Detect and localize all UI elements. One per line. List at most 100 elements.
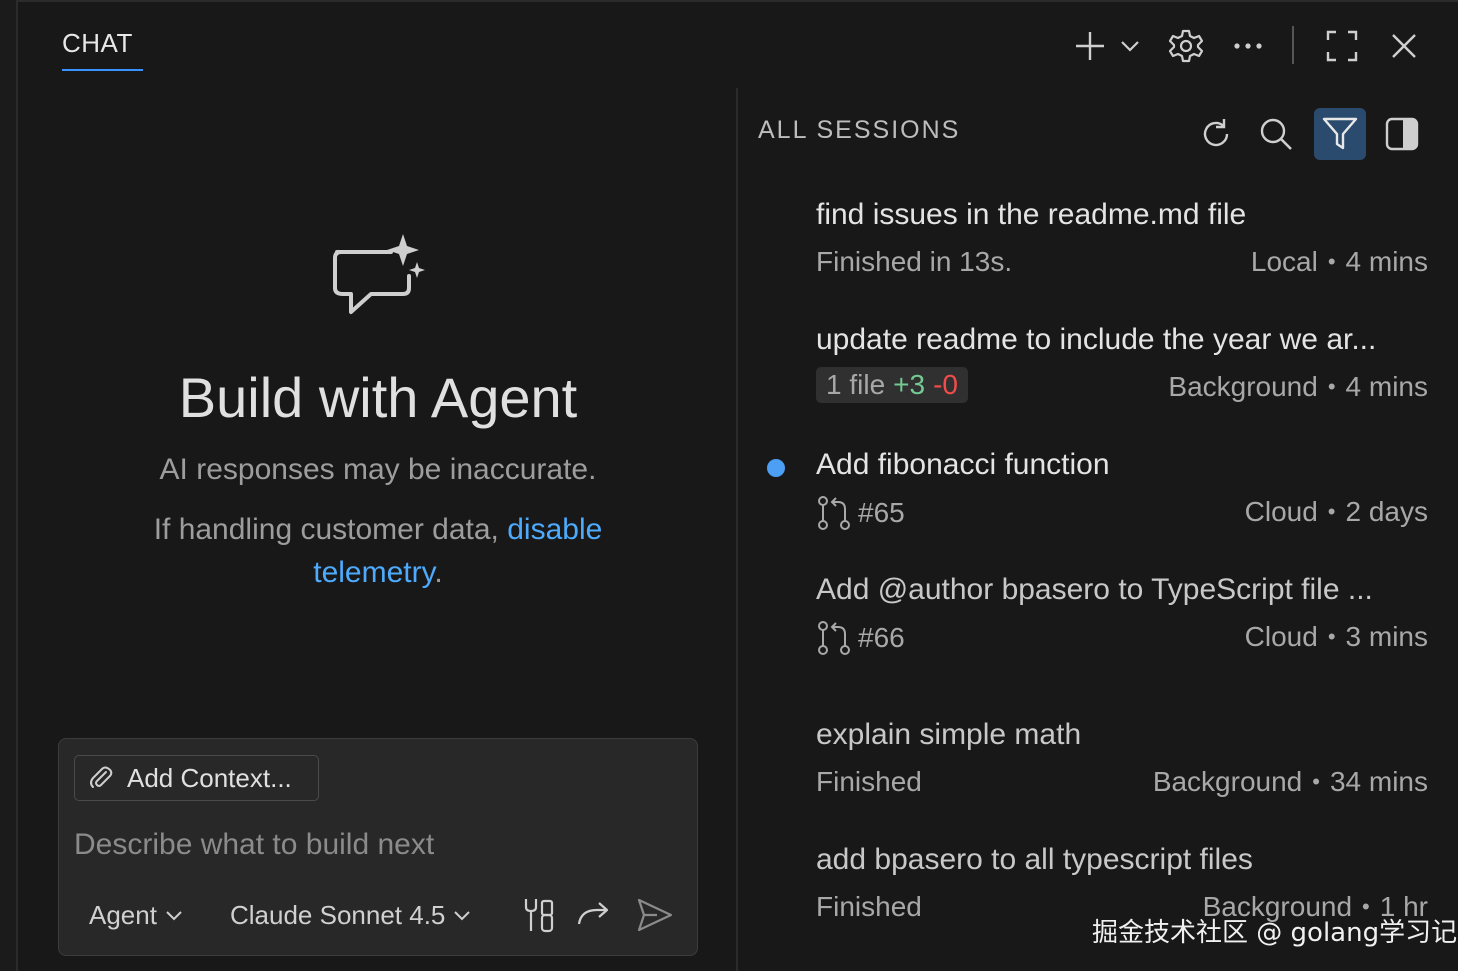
telemetry-note: If handling customer data, disable telem… (100, 508, 656, 594)
mode-label: Agent (89, 899, 157, 930)
meta-separator: • (1312, 769, 1320, 794)
session-location: Background (1152, 766, 1303, 797)
session-status: Finished (816, 891, 922, 923)
session-title: update readme to include the year we ar.… (816, 323, 1377, 356)
session-title: add bpasero to all typescript files (816, 843, 1253, 876)
tab-chat[interactable]: CHAT (62, 28, 133, 59)
more-actions-button[interactable] (1226, 24, 1270, 68)
session-meta: Cloud • 3 mins (1245, 621, 1428, 653)
chevron-down-icon (166, 911, 182, 921)
delegate-button[interactable] (571, 893, 615, 937)
filter-sessions-button[interactable] (1314, 108, 1366, 160)
chat-header: CHAT (20, 2, 1458, 82)
toggle-panel-button[interactable] (1376, 108, 1428, 160)
pull-request-number: #65 (858, 497, 905, 528)
add-context-button[interactable]: Add Context... (74, 755, 319, 801)
new-chat-button[interactable] (1068, 24, 1112, 68)
session-title: Add @author bpasero to TypeScript file .… (816, 573, 1373, 606)
session-location: Background (1168, 371, 1318, 402)
session-age: 34 mins (1329, 766, 1428, 797)
diff-files: 1 file (826, 369, 886, 400)
session-age: 3 mins (1345, 621, 1428, 652)
filter-icon (1322, 117, 1358, 150)
session-item[interactable]: find issues in the readme.md file Finish… (738, 198, 1458, 308)
chat-sparkle-icon (333, 234, 425, 314)
pull-request-icon (818, 621, 850, 655)
meta-separator: • (1327, 499, 1336, 524)
model-dropdown[interactable]: Claude Sonnet 4.5 (230, 895, 471, 935)
unread-indicator (767, 459, 785, 477)
welcome-disclaimer: AI responses may be inaccurate. (159, 453, 597, 486)
session-item[interactable]: update readme to include the year we ar.… (738, 323, 1458, 433)
session-status-text: Finished in 13s. (816, 246, 1013, 277)
diff-summary-badge: 1 file +3 -0 (816, 367, 968, 403)
model-label: Claude Sonnet 4.5 (230, 899, 446, 930)
session-status: Finished (816, 766, 922, 798)
chat-pane: Build with Agent AI responses may be ina… (20, 82, 736, 971)
ellipsis-icon (1234, 43, 1262, 49)
session-status: #65 (816, 496, 905, 530)
meta-separator: • (1327, 249, 1336, 274)
session-status: #66 (816, 621, 905, 655)
meta-separator: • (1327, 374, 1336, 399)
pull-request-number: #66 (858, 622, 905, 653)
paperclip-icon (90, 766, 113, 788)
watermark: 掘金技术社区 @ golang学习记 (1092, 918, 1458, 948)
diff-deletions: -0 (933, 369, 958, 400)
gear-icon (1168, 29, 1204, 63)
header-separator (1292, 26, 1294, 64)
tab-active-indicator (62, 69, 143, 71)
session-item[interactable]: explain simple math Finished Background … (738, 718, 1458, 828)
session-status: 1 file +3 -0 (816, 367, 968, 403)
sessions-pane: ALL SESSIONS find issues in the readme.m… (738, 82, 1458, 971)
session-meta: Cloud • 2 days (1245, 496, 1428, 528)
session-location: Cloud (1244, 621, 1318, 652)
session-title: find issues in the readme.md file (816, 198, 1247, 231)
chat-input-box: Add Context... Agent Claude Sonnet 4.5 (58, 738, 698, 956)
telemetry-note-suffix: . (434, 556, 443, 589)
add-context-label: Add Context... (127, 762, 292, 793)
session-meta: Local • 4 mins (1251, 246, 1428, 278)
chevron-down-icon (454, 911, 471, 921)
maximize-icon (1326, 30, 1358, 62)
search-icon (1260, 118, 1292, 150)
session-item[interactable]: Add fibonacci function #65 Cloud • 2 day… (738, 448, 1458, 558)
maximize-button[interactable] (1320, 24, 1364, 68)
panel-toggle-icon (1385, 117, 1419, 151)
new-chat-dropdown-button[interactable] (1108, 24, 1152, 68)
refresh-icon (1203, 119, 1229, 147)
session-meta: Background • 34 mins (1153, 766, 1428, 798)
session-age: 4 mins (1345, 246, 1428, 277)
session-status-text: Finished (816, 766, 922, 797)
send-icon (637, 898, 673, 932)
session-age: 2 days (1345, 496, 1429, 527)
session-location: Cloud (1244, 496, 1318, 527)
sessions-header: ALL SESSIONS (758, 116, 961, 144)
session-item[interactable]: Add @author bpasero to TypeScript file .… (738, 573, 1458, 683)
diff-additions: +3 (893, 369, 926, 400)
telemetry-note-text: If handling customer data, (153, 513, 508, 546)
mode-dropdown[interactable]: Agent (89, 895, 183, 935)
search-sessions-button[interactable] (1250, 108, 1302, 160)
chat-prompt-input[interactable] (74, 823, 674, 867)
settings-button[interactable] (1164, 24, 1208, 68)
session-age: 4 mins (1345, 371, 1428, 402)
meta-separator: • (1327, 624, 1336, 649)
session-status-text: Finished (816, 891, 922, 922)
tools-icon (524, 899, 554, 933)
activity-gutter (0, 0, 18, 971)
refresh-sessions-button[interactable] (1190, 108, 1242, 160)
redirect-icon (577, 902, 609, 925)
session-location: Local (1250, 246, 1318, 277)
welcome-title: Build with Agent (178, 366, 578, 429)
send-button[interactable] (633, 893, 677, 937)
pull-request-icon (818, 496, 850, 530)
plus-icon (1076, 32, 1104, 60)
session-title: Add fibonacci function (816, 448, 1110, 481)
configure-tools-button[interactable] (517, 893, 561, 937)
close-icon (1392, 34, 1416, 58)
session-title: explain simple math (816, 718, 1082, 751)
close-button[interactable] (1382, 24, 1426, 68)
session-status: Finished in 13s. (816, 246, 1012, 278)
chevron-down-icon (1121, 41, 1139, 52)
